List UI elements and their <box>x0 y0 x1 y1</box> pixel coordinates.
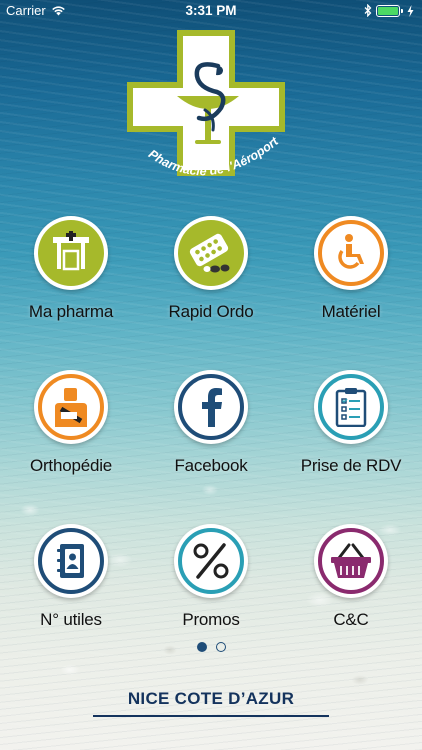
wheelchair-icon <box>318 220 384 286</box>
tile-label: Rapid Ordo <box>168 302 254 321</box>
footer: NICE COTE D’AZUR <box>0 689 422 717</box>
tile-click-and-collect[interactable]: C&C <box>281 524 421 630</box>
clipboard-checklist-icon <box>318 374 384 440</box>
tile-icon-circle <box>174 524 248 598</box>
status-right <box>364 4 414 17</box>
arm-sling-icon <box>38 374 104 440</box>
footer-underline <box>93 715 329 717</box>
tile-label: Promos <box>182 610 240 629</box>
tile-facebook[interactable]: Facebook <box>141 370 281 476</box>
location-title: NICE COTE D’AZUR <box>127 689 295 708</box>
tile-icon-circle <box>34 216 108 290</box>
tile-icon-circle <box>34 370 108 444</box>
page-indicator <box>0 642 422 652</box>
tile-icon-circle <box>314 524 388 598</box>
page-dot-2[interactable] <box>215 642 226 652</box>
tile-icon-circle <box>314 216 388 290</box>
tile-label: Orthopédie <box>29 456 113 475</box>
tile-icon-circle <box>314 370 388 444</box>
tile-label: N° utiles <box>40 610 102 629</box>
tile-label: C&C <box>333 610 369 629</box>
percent-icon <box>178 528 244 594</box>
facebook-icon <box>178 374 244 440</box>
battery-icon <box>376 4 403 17</box>
pills-icon <box>178 220 244 286</box>
tile-label: Ma pharma <box>28 302 114 321</box>
tile-ma-pharma[interactable]: Ma pharma <box>1 216 141 322</box>
tile-label: Prise de RDV <box>300 456 402 475</box>
clock: 3:31 PM <box>185 3 237 18</box>
charging-icon <box>407 4 414 17</box>
tile-orthopedie[interactable]: Orthopédie <box>1 370 141 476</box>
tile-label: Facebook <box>174 456 248 475</box>
tile-materiel[interactable]: Matériel <box>281 216 421 322</box>
bluetooth-icon <box>364 4 372 17</box>
pharmacy-logo: Pharmacie de l'Aéroport <box>0 26 422 196</box>
tile-rapid-ordo[interactable]: Rapid Ordo <box>141 216 281 322</box>
page-dot-1[interactable] <box>196 642 207 652</box>
pharmacy-building-icon <box>38 220 104 286</box>
tile-icon-circle <box>174 216 248 290</box>
status-bar: Carrier 3:31 PM <box>0 0 422 22</box>
address-book-icon <box>38 528 104 594</box>
tile-icon-circle <box>34 524 108 598</box>
tile-icon-circle <box>174 370 248 444</box>
tile-promos[interactable]: Promos <box>141 524 281 630</box>
pharmacy-cross-logo: Pharmacie de l'Aéroport <box>127 30 285 178</box>
tile-prise-de-rdv[interactable]: Prise de RDV <box>281 370 421 476</box>
shopping-basket-icon <box>318 528 384 594</box>
tile-label: Matériel <box>321 302 381 321</box>
tile-numeros-utiles[interactable]: N° utiles <box>1 524 141 630</box>
